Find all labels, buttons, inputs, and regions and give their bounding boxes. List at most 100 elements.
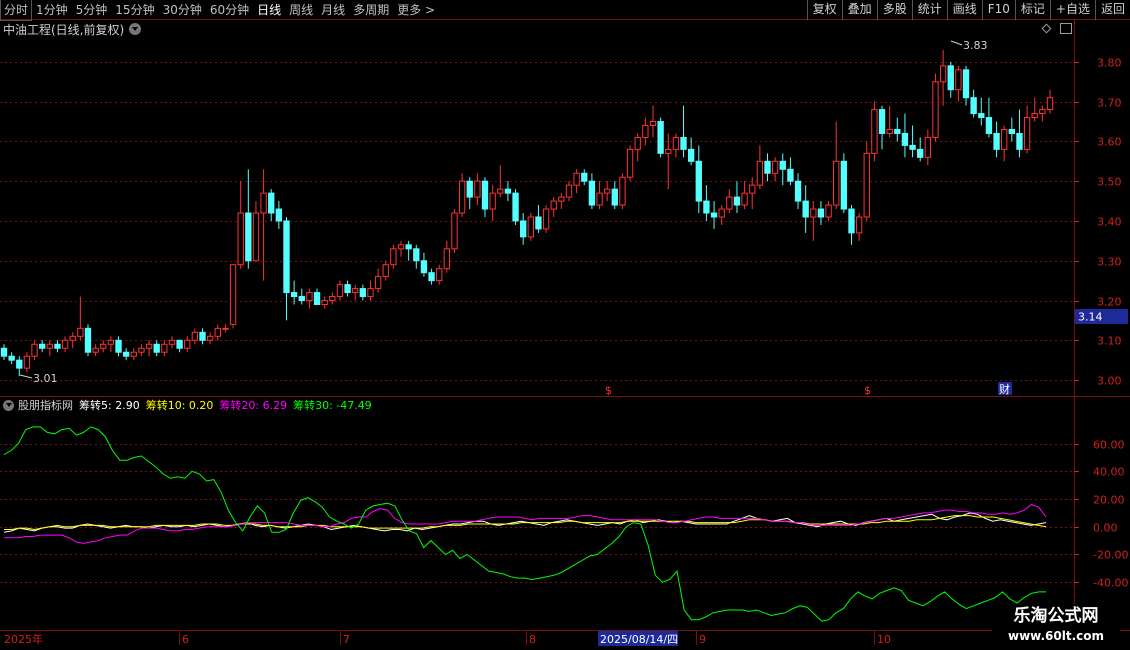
- candle[interactable]: [817, 201, 825, 225]
- candle[interactable]: [1023, 105, 1031, 154]
- candle[interactable]: [405, 240, 412, 261]
- candle[interactable]: [100, 340, 107, 353]
- candle[interactable]: [657, 117, 664, 158]
- candle[interactable]: [672, 133, 680, 158]
- candle[interactable]: [756, 145, 764, 190]
- candle[interactable]: [46, 340, 53, 357]
- candle[interactable]: [313, 288, 321, 305]
- candle[interactable]: [176, 339, 183, 353]
- candle[interactable]: [710, 201, 718, 229]
- candle[interactable]: [428, 268, 435, 285]
- candle[interactable]: [588, 173, 596, 210]
- candle[interactable]: [726, 189, 733, 214]
- candle[interactable]: [107, 336, 115, 353]
- indicator-line-筹转30[interactable]: [3, 426, 1046, 622]
- candle[interactable]: [1008, 117, 1015, 142]
- candle[interactable]: [901, 113, 909, 158]
- candle[interactable]: [504, 181, 512, 202]
- candle[interactable]: [329, 292, 336, 305]
- candle[interactable]: [596, 181, 603, 210]
- candle[interactable]: [1001, 125, 1008, 162]
- candle[interactable]: [848, 205, 855, 245]
- candle[interactable]: [184, 336, 191, 353]
- candle[interactable]: [153, 340, 160, 357]
- candle[interactable]: [970, 89, 977, 118]
- candle[interactable]: [420, 252, 428, 277]
- tab-60min[interactable]: 60分钟: [206, 0, 253, 20]
- tab-30min[interactable]: 30分钟: [159, 0, 206, 20]
- candle[interactable]: [145, 340, 153, 357]
- candle[interactable]: [764, 153, 771, 182]
- candle[interactable]: [451, 209, 458, 253]
- candle[interactable]: [31, 340, 38, 361]
- candle[interactable]: [8, 352, 15, 365]
- candle[interactable]: [924, 129, 932, 166]
- candle[interactable]: [481, 177, 489, 217]
- candle[interactable]: [825, 201, 832, 221]
- candle[interactable]: [894, 117, 901, 142]
- candle[interactable]: [245, 169, 252, 269]
- back-button[interactable]: 返回: [1094, 0, 1130, 20]
- candle[interactable]: [985, 97, 993, 138]
- mark-button[interactable]: 标记: [1014, 0, 1050, 20]
- candle[interactable]: [321, 296, 328, 309]
- candle[interactable]: [69, 332, 76, 349]
- tab-more[interactable]: 更多 >: [393, 0, 439, 20]
- candle[interactable]: [374, 268, 382, 293]
- candle[interactable]: [359, 284, 367, 301]
- candle[interactable]: [619, 173, 626, 210]
- indicator-line-筹转20[interactable]: [4, 503, 1047, 544]
- event-marker-2[interactable]: $: [864, 384, 871, 397]
- candle[interactable]: [871, 101, 878, 162]
- candle[interactable]: [199, 328, 206, 345]
- candle[interactable]: [1016, 109, 1023, 158]
- candle[interactable]: [947, 61, 954, 98]
- candle[interactable]: [268, 189, 275, 221]
- candle[interactable]: [1039, 105, 1046, 122]
- candle[interactable]: [573, 169, 580, 194]
- candle[interactable]: [115, 336, 122, 357]
- candle[interactable]: [840, 153, 848, 214]
- candle[interactable]: [527, 213, 534, 241]
- candle[interactable]: [382, 260, 389, 281]
- candle[interactable]: [802, 185, 809, 233]
- candle[interactable]: [61, 336, 69, 353]
- candle[interactable]: [390, 244, 397, 269]
- tab-daily[interactable]: 日线: [253, 0, 285, 20]
- candle[interactable]: [130, 348, 137, 361]
- candle[interactable]: [77, 296, 84, 341]
- candlestick-series[interactable]: [0, 49, 1054, 377]
- candle[interactable]: [855, 213, 863, 241]
- candle[interactable]: [978, 97, 985, 126]
- tab-multi-period[interactable]: 多周期: [349, 0, 393, 20]
- candle[interactable]: [878, 105, 886, 150]
- candle[interactable]: [283, 216, 290, 321]
- candle[interactable]: [649, 105, 657, 138]
- candle[interactable]: [275, 201, 283, 229]
- candle[interactable]: [741, 181, 748, 210]
- candle[interactable]: [260, 169, 267, 281]
- multi-stock-button[interactable]: 多股: [876, 0, 912, 20]
- candle[interactable]: [458, 173, 466, 217]
- candle[interactable]: [206, 332, 214, 345]
- candle[interactable]: [252, 201, 260, 262]
- chart-area[interactable]: 3.803.703.603.503.403.303.203.103.0060.0…: [0, 0, 1130, 650]
- candle[interactable]: [550, 197, 557, 217]
- tab-15min[interactable]: 15分钟: [111, 0, 158, 20]
- candle[interactable]: [0, 344, 8, 361]
- candle[interactable]: [474, 173, 481, 206]
- candle[interactable]: [687, 137, 695, 166]
- candle[interactable]: [54, 340, 61, 353]
- tab-1min[interactable]: 1分钟: [32, 0, 72, 20]
- candle[interactable]: [344, 280, 351, 297]
- candle[interactable]: [794, 173, 802, 210]
- candle[interactable]: [718, 205, 725, 225]
- candle[interactable]: [993, 121, 1000, 158]
- candle[interactable]: [833, 121, 840, 210]
- candle[interactable]: [214, 324, 221, 341]
- candle[interactable]: [413, 244, 420, 269]
- candle[interactable]: [535, 205, 542, 233]
- panel-toggle-icon[interactable]: [1060, 23, 1072, 34]
- candle[interactable]: [962, 65, 970, 106]
- candle[interactable]: [84, 324, 92, 357]
